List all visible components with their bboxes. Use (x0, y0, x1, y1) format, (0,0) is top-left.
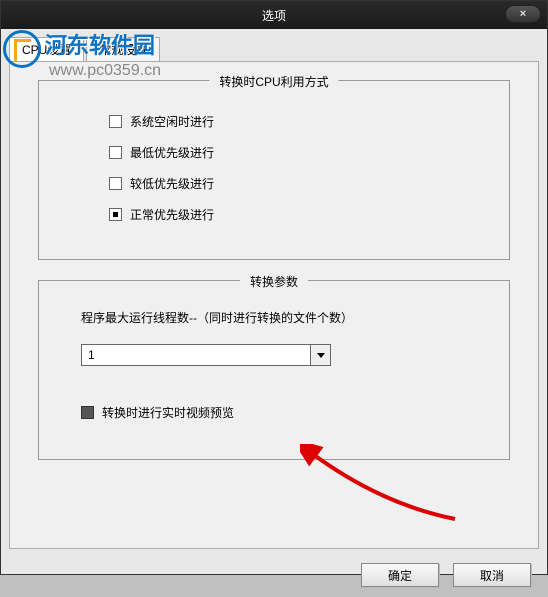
checkbox-icon (109, 177, 122, 190)
close-icon: × (520, 8, 526, 20)
option-normal[interactable]: 正常优先级进行 (109, 206, 485, 223)
window-title: 选项 (262, 7, 286, 24)
cpu-group-legend: 转换时CPU利用方式 (209, 73, 338, 90)
close-button[interactable]: × (505, 5, 541, 23)
ok-button[interactable]: 确定 (361, 563, 439, 587)
checkbox-icon (81, 406, 94, 419)
preview-label: 转换时进行实时视频预览 (102, 404, 234, 421)
param-group-legend: 转换参数 (240, 273, 308, 290)
titlebar: 选项 × (1, 1, 547, 29)
checkbox-icon (109, 208, 122, 221)
option-lowest[interactable]: 最低优先级进行 (109, 144, 485, 161)
button-bar: 确定 取消 (1, 557, 547, 597)
tabbar: CPU设置 常规设置 (1, 29, 547, 61)
cancel-button[interactable]: 取消 (453, 563, 531, 587)
option-label: 正常优先级进行 (130, 206, 214, 223)
option-lower[interactable]: 较低优先级进行 (109, 175, 485, 192)
thread-dropdown[interactable]: 1 (81, 344, 331, 366)
option-idle[interactable]: 系统空闲时进行 (109, 113, 485, 130)
option-label: 较低优先级进行 (130, 175, 214, 192)
tab-general[interactable]: 常规设置 (86, 37, 160, 61)
thread-value: 1 (82, 348, 310, 362)
dropdown-arrow-icon (310, 345, 330, 365)
checkbox-icon (109, 115, 122, 128)
cpu-group: 转换时CPU利用方式 系统空闲时进行 最低优先级进行 较低优先级进行 正常优先级… (38, 80, 510, 260)
option-label: 系统空闲时进行 (130, 113, 214, 130)
checkbox-icon (109, 146, 122, 159)
option-label: 最低优先级进行 (130, 144, 214, 161)
param-group: 转换参数 程序最大运行线程数--（同时进行转换的文件个数） 1 转换时进行实时视… (38, 280, 510, 460)
thread-desc: 程序最大运行线程数--（同时进行转换的文件个数） (81, 309, 477, 326)
content-panel: 转换时CPU利用方式 系统空闲时进行 最低优先级进行 较低优先级进行 正常优先级… (9, 61, 539, 549)
preview-checkbox[interactable]: 转换时进行实时视频预览 (81, 404, 477, 421)
tab-cpu[interactable]: CPU设置 (9, 37, 84, 61)
